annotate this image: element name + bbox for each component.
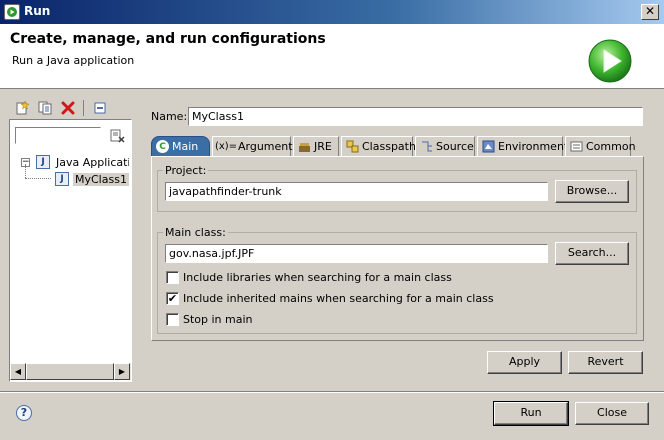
tab-label: Common: [586, 140, 636, 153]
tab-label: Arguments: [238, 140, 299, 153]
include-libraries-option[interactable]: Include libraries when searching for a m…: [166, 271, 452, 284]
configurations-tree: − J Java Application J MyClass1: [13, 153, 129, 358]
tab-source[interactable]: Source: [415, 136, 475, 157]
name-field[interactable]: MyClass1: [188, 107, 643, 126]
include-inherited-option[interactable]: ✔ Include inherited mains when searching…: [166, 292, 494, 305]
tab-arguments[interactable]: (x)= Arguments: [212, 136, 298, 157]
tree-item-label: MyClass1: [73, 172, 129, 186]
window-title: Run: [24, 4, 51, 18]
run-play-icon: [588, 39, 632, 83]
tree-item-myclass1[interactable]: J MyClass1: [55, 171, 129, 187]
tree-horizontal-scrollbar[interactable]: ◀ ▶: [10, 363, 131, 380]
apply-button[interactable]: Apply: [487, 351, 562, 374]
tab-classpath[interactable]: Classpath: [341, 136, 416, 157]
scroll-thumb[interactable]: [26, 363, 114, 380]
tab-label: Environment: [498, 140, 569, 153]
filter-input[interactable]: [15, 127, 101, 144]
dialog-header: Create, manage, and run configurations R…: [0, 24, 664, 89]
tab-jre[interactable]: JRE: [293, 136, 339, 157]
scroll-right-icon[interactable]: ▶: [114, 363, 130, 380]
tab-environment[interactable]: Environment: [477, 136, 568, 157]
main-class-label: Main class:: [163, 226, 228, 239]
tab-main[interactable]: C Main: [151, 136, 210, 157]
browse-button[interactable]: Browse...: [555, 180, 629, 203]
close-button[interactable]: Close: [575, 402, 649, 425]
duplicate-icon[interactable]: [36, 99, 54, 117]
search-button[interactable]: Search...: [555, 242, 629, 265]
run-button[interactable]: Run: [493, 401, 569, 426]
help-icon[interactable]: ?: [16, 405, 32, 421]
scroll-left-icon[interactable]: ◀: [10, 363, 26, 380]
delete-icon[interactable]: [59, 99, 77, 117]
tree-connector: [25, 178, 51, 179]
toolbar-divider: [83, 100, 84, 116]
config-tabs: C Main (x)= Arguments JRE Classpath Sour…: [151, 136, 644, 157]
title-bar: Run ✕: [0, 0, 664, 24]
tab-label: Classpath: [362, 140, 416, 153]
run-window-icon: [4, 4, 20, 20]
clear-filter-icon[interactable]: [110, 128, 126, 144]
option-label: Include inherited mains when searching f…: [183, 292, 494, 305]
option-label: Stop in main: [183, 313, 253, 326]
tree-item-label: Java Application: [56, 155, 129, 169]
stop-in-main-checkbox[interactable]: [166, 313, 179, 326]
window-close-button[interactable]: ✕: [641, 4, 659, 20]
arguments-icon: (x)=: [214, 141, 238, 152]
source-icon: [420, 140, 433, 153]
main-icon: C: [156, 140, 169, 153]
tree-connector: [25, 164, 26, 178]
java-app-icon: J: [36, 155, 50, 169]
environment-icon: [482, 140, 495, 153]
project-label: Project:: [163, 164, 209, 177]
tab-label: Main: [172, 140, 199, 153]
include-inherited-checkbox[interactable]: ✔: [166, 292, 179, 305]
option-label: Include libraries when searching for a m…: [183, 271, 452, 284]
new-configuration-icon[interactable]: [13, 99, 31, 117]
revert-button[interactable]: Revert: [568, 351, 643, 374]
header-title: Create, manage, and run configurations: [10, 31, 326, 47]
tree-item-java-application[interactable]: − J Java Application: [21, 154, 129, 170]
include-libraries-checkbox[interactable]: [166, 271, 179, 284]
tab-label: JRE: [314, 140, 332, 153]
classpath-icon: [346, 140, 359, 153]
java-class-icon: J: [55, 172, 69, 186]
footer-separator: [0, 391, 664, 393]
common-icon: [570, 140, 583, 153]
stop-in-main-option[interactable]: Stop in main: [166, 313, 253, 326]
collapse-all-icon[interactable]: [91, 99, 109, 117]
tab-common[interactable]: Common: [565, 136, 636, 157]
name-label: Name:: [151, 110, 188, 123]
jre-icon: [298, 140, 311, 153]
header-subtitle: Run a Java application: [12, 54, 135, 67]
configurations-toolbar: [9, 97, 127, 119]
main-class-field[interactable]: gov.nasa.jpf.JPF: [165, 244, 548, 263]
tab-label: Source: [436, 140, 474, 153]
project-field[interactable]: javapathfinder-trunk: [165, 182, 548, 201]
